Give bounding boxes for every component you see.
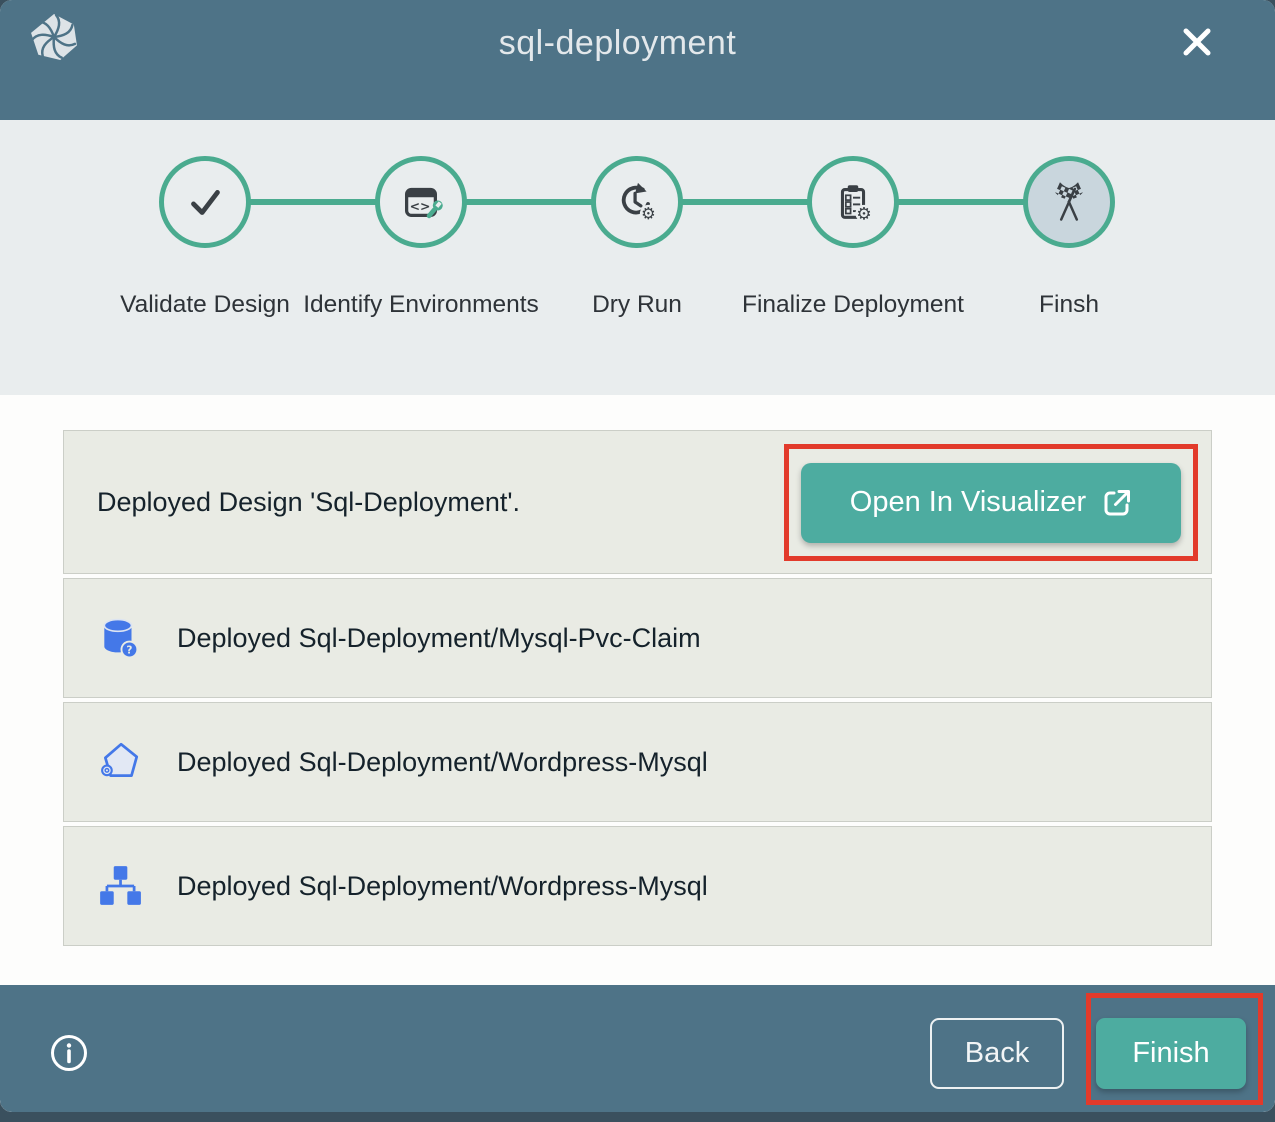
pentagon-pod-icon (97, 739, 143, 785)
code-config-icon: <> (398, 179, 444, 225)
open-in-visualizer-label: Open In Visualizer (850, 486, 1086, 519)
deployed-resource-row: Deployed Sql-Deployment/Wordpress-Mysql (63, 826, 1212, 946)
step-finish[interactable] (1023, 156, 1115, 248)
dialog-title: sql-deployment (0, 24, 1235, 63)
step-finalize-deployment[interactable]: ⚙ (807, 156, 899, 248)
annotation-box-visualizer: Open In Visualizer (784, 444, 1198, 561)
step-label-finish: Finsh (949, 285, 1189, 325)
external-link-icon (1102, 488, 1132, 518)
deployed-resource-text: Deployed Sql-Deployment/Wordpress-Mysql (177, 747, 708, 778)
deployed-resource-row: ? Deployed Sql-Deployment/Mysql-Pvc-Clai… (63, 578, 1212, 698)
back-button[interactable]: Back (930, 1018, 1064, 1089)
step-identify-environments[interactable]: <> (375, 156, 467, 248)
close-icon[interactable] (1177, 22, 1217, 62)
svg-text:⚙: ⚙ (641, 204, 656, 223)
deployment-wizard-dialog: sql-deployment Validate Design <> (0, 0, 1275, 1112)
tree-topology-icon (97, 863, 143, 909)
step-label-finalize-deployment: Finalize Deployment (733, 285, 973, 325)
checklist-gear-icon: ⚙ (830, 179, 876, 225)
step-label-dry-run: Dry Run (517, 285, 757, 325)
step-label-validate-design: Validate Design (85, 285, 325, 325)
svg-text:<>: <> (410, 199, 431, 214)
svg-text:?: ? (126, 644, 132, 656)
dialog-footer: Back Finish (0, 985, 1275, 1112)
dialog-header: sql-deployment (0, 0, 1275, 120)
svg-text:⚙: ⚙ (856, 204, 871, 224)
step-dry-run[interactable]: ⚙ (591, 156, 683, 248)
results-panel: Deployed Design 'Sql-Deployment'. Open I… (0, 395, 1275, 985)
summary-text: Deployed Design 'Sql-Deployment'. (64, 487, 520, 518)
finish-button[interactable]: Finish (1096, 1018, 1246, 1089)
check-icon (182, 179, 228, 225)
deployed-resource-row: Deployed Sql-Deployment/Wordpress-Mysql (63, 702, 1212, 822)
info-icon[interactable] (50, 1034, 88, 1072)
summary-row: Deployed Design 'Sql-Deployment'. Open I… (63, 430, 1212, 574)
deployed-resource-text: Deployed Sql-Deployment/Mysql-Pvc-Claim (177, 623, 701, 654)
deployment-stepper: Validate Design <> Identify Environments (0, 120, 1275, 395)
step-validate-design[interactable] (159, 156, 251, 248)
open-in-visualizer-button[interactable]: Open In Visualizer (801, 463, 1181, 543)
deployed-resource-text: Deployed Sql-Deployment/Wordpress-Mysql (177, 871, 708, 902)
finish-flags-icon (1046, 179, 1092, 225)
database-icon: ? (97, 615, 143, 661)
step-label-identify-environments: Identify Environments (301, 285, 541, 325)
rerun-gear-icon: ⚙ (614, 179, 660, 225)
